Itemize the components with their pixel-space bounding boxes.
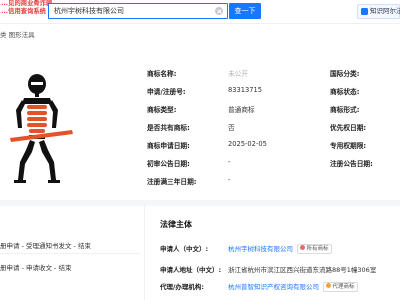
info-label-right: 专用权期限: [330, 142, 367, 150]
trademark-image[interactable] [0, 50, 138, 200]
zhiqing-button[interactable]: 知识阿尔法 [357, 4, 400, 19]
notice-line-2: ...信用查询系统 [1, 7, 46, 15]
info-value: 未公开 [228, 70, 249, 78]
info-row: 初审公告日期: - 注册公告日期: [138, 154, 400, 170]
info-label: 商标名称: [147, 70, 177, 78]
info-label-right: 优先权日期: [330, 124, 367, 132]
tag-label: 代理商标 [332, 284, 355, 290]
info-value: - [228, 176, 231, 184]
clear-icon[interactable] [215, 7, 223, 15]
robot-figure-icon [10, 74, 73, 183]
info-row: 商标类型: 普通商标 商标形式: [138, 100, 400, 116]
search-box[interactable]: 杭州宇树科技有限公司 [48, 3, 228, 19]
breadcrumb: 类 图形法具 [0, 31, 35, 39]
legal-row-applicant: 申请人（中文）: 杭州宇树科技有限公司 所有商标 [160, 240, 400, 256]
info-label: 是否共有商标: [147, 124, 190, 132]
agent-link[interactable]: 杭州普智知识产权咨询有限公司 代理商标 [228, 281, 358, 292]
applicant-link[interactable]: 杭州宇树科技有限公司 所有商标 [228, 243, 332, 254]
agent-name[interactable]: 杭州普智知识产权咨询有限公司 [228, 283, 319, 291]
info-row: 申请/注册号: 83313715 商标状态: [138, 82, 400, 98]
info-label-right: 国际分类: [330, 70, 360, 78]
fraud-notice[interactable]: ...见的商业骨诈骗 ...信用查询系统 [0, 0, 53, 22]
all-trademarks-tag[interactable]: 所有商标 [297, 244, 332, 254]
info-row: 商标名称: 未公开 国际分类: [138, 64, 400, 80]
info-label-right: 注册公告日期: [330, 160, 373, 168]
search-input[interactable]: 杭州宇树科技有限公司 [54, 4, 210, 18]
legal-row-agent: 代理/办理机构: 杭州普智知识产权咨询有限公司 代理商标 [160, 278, 400, 294]
legal-subject-title: 法律主体 [160, 220, 192, 229]
legal-row-address: 申请人地址（中文）: 浙江省杭州市滨江区西兴街道东流路88号1幢306室 [160, 261, 400, 277]
notice-line-1: ...见的商业骨诈骗 [1, 0, 53, 7]
applicant-name[interactable]: 杭州宇树科技有限公司 [228, 245, 293, 253]
tag-dot-icon [300, 245, 305, 250]
info-value: 普通商标 [228, 106, 255, 114]
tag-dot-icon [326, 283, 331, 288]
flow-item: 册申请 - 申请收文 - 结束 [0, 264, 72, 272]
info-value: - [228, 158, 231, 166]
section-divider [0, 200, 400, 206]
flow-item: 册申请 - 受理通知书发文 - 结束 [0, 242, 91, 250]
info-value: 83313715 [228, 86, 263, 94]
agent-trademarks-tag[interactable]: 代理商标 [323, 282, 358, 292]
search-button[interactable]: 查一下 [229, 3, 261, 19]
top-bar: ...见的商业骨诈骗 ...信用查询系统 杭州宇树科技有限公司 查一下 知识阿尔… [0, 0, 400, 24]
info-row: 是否共有商标: 否 优先权日期: [138, 118, 400, 134]
legal-label: 申请人（中文）: [160, 245, 209, 253]
info-value: 否 [228, 124, 235, 132]
info-row: 注册满三年日期: - [138, 172, 400, 188]
legal-label: 代理/办理机构: [160, 283, 204, 291]
legal-label: 申请人地址（中文）: [160, 266, 222, 274]
zhiqing-icon [361, 8, 368, 15]
info-label: 申请/注册号: [147, 88, 186, 96]
trademark-info-table: 商标名称: 未公开 国际分类: 申请/注册号: 83313715 商标状态: 商… [138, 56, 400, 196]
info-label: 注册满三年日期: [147, 178, 197, 186]
info-label-right: 商标状态: [330, 88, 360, 96]
applicant-address: 浙江省杭州市滨江区西兴街道东流路88号1幢306室 [228, 266, 377, 274]
column-divider [144, 204, 145, 300]
zhiqing-label: 知识阿尔法 [370, 7, 400, 15]
info-label: 初审公告日期: [147, 160, 190, 168]
info-label-right: 商标形式: [330, 106, 360, 114]
flow-separator [0, 253, 140, 254]
info-row: 商标申请日期: 2025-02-05 专用权期限: [138, 136, 400, 152]
info-value: 2025-02-05 [228, 140, 267, 148]
tag-label: 所有商标 [306, 246, 329, 252]
info-label: 商标申请日期: [147, 142, 190, 150]
info-label: 商标类型: [147, 106, 177, 114]
